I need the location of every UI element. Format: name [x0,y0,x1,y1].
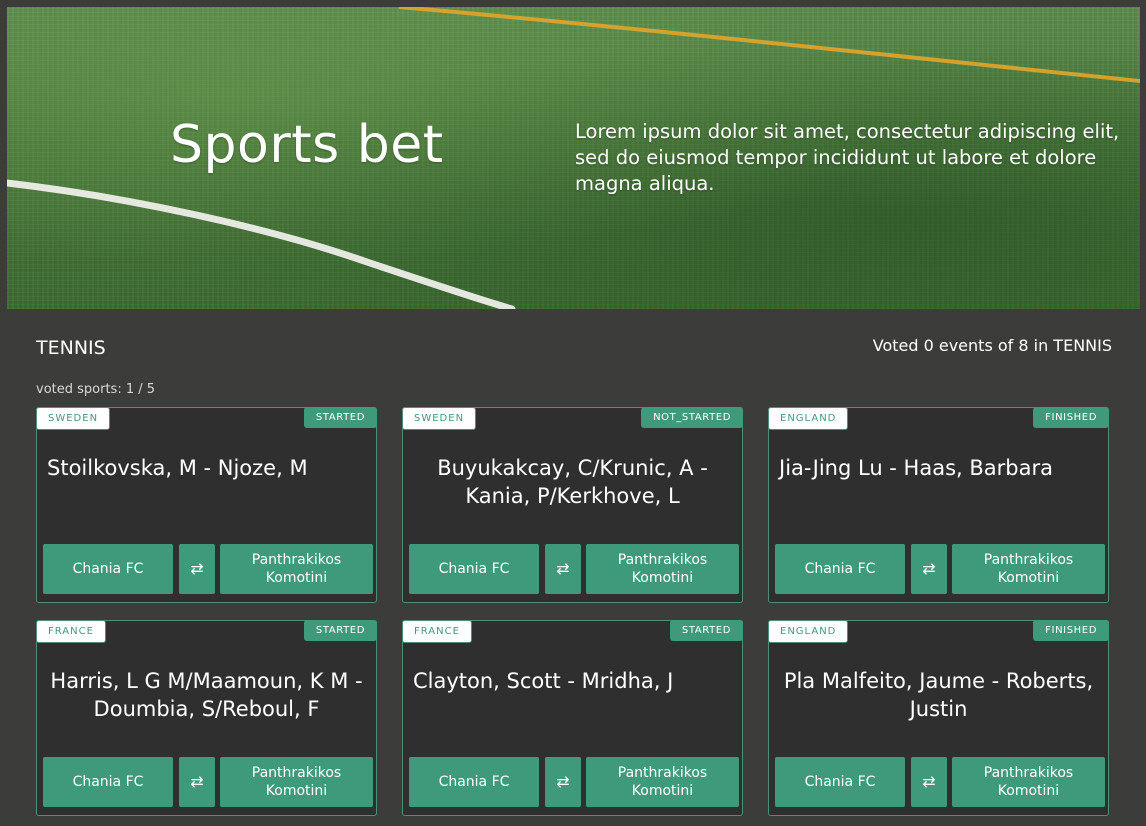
vote-draw-button[interactable]: ⇄ [911,757,947,807]
vote-away-button[interactable]: Panthrakikos Komotini [220,757,373,807]
vote-home-button[interactable]: Chania FC [43,544,173,594]
vote-away-button[interactable]: Panthrakikos Komotini [220,544,373,594]
region-label: SWEDEN [36,407,111,430]
voted-sports-counter: voted sports: 1 / 5 [36,382,156,397]
vote-away-button[interactable]: Panthrakikos Komotini [586,757,739,807]
event-card: SWEDEN STARTED Stoilkovska, M - Njoze, M… [36,407,377,603]
status-badge: FINISHED [1033,620,1109,641]
event-card: ENGLAND FINISHED Pla Malfeito, Jaume - R… [768,620,1109,816]
match-title: Harris, L G M/Maamoun, K M - Doumbia, S/… [50,669,363,721]
swap-arrows-icon: ⇄ [922,559,936,578]
vote-away-button[interactable]: Panthrakikos Komotini [586,544,739,594]
status-badge: NOT_STARTED [641,407,743,428]
vote-away-button[interactable]: Panthrakikos Komotini [952,757,1105,807]
voted-events-counter: Voted 0 events of 8 in TENNIS [872,336,1112,355]
swap-arrows-icon: ⇄ [922,772,936,791]
vote-home-button[interactable]: Chania FC [775,544,905,594]
event-card: SWEDEN NOT_STARTED Buyukakcay, C/Krunic,… [402,407,743,603]
hero-banner: Sports bet Lorem ipsum dolor sit amet, c… [7,7,1140,309]
vote-draw-button[interactable]: ⇄ [545,544,581,594]
vote-draw-button[interactable]: ⇄ [179,757,215,807]
match-title: Pla Malfeito, Jaume - Roberts, Justin [783,669,1094,721]
event-card: ENGLAND FINISHED Jia-Jing Lu - Haas, Bar… [768,407,1109,603]
swap-arrows-icon: ⇄ [556,559,570,578]
match-title: Stoilkovska, M - Njoze, M [47,456,308,480]
match-title: Clayton, Scott - Mridha, J [413,669,674,693]
status-badge: STARTED [669,620,743,641]
hero-title: Sports bet [170,115,444,175]
vote-home-button[interactable]: Chania FC [43,757,173,807]
event-card: FRANCE STARTED Harris, L G M/Maamoun, K … [36,620,377,816]
vote-home-button[interactable]: Chania FC [409,757,539,807]
swap-arrows-icon: ⇄ [190,772,204,791]
vote-draw-button[interactable]: ⇄ [911,544,947,594]
status-badge: STARTED [303,620,377,641]
hero-description: Lorem ipsum dolor sit amet, consectetur … [575,120,1120,195]
section-title: TENNIS [36,337,106,359]
vote-home-button[interactable]: Chania FC [775,757,905,807]
region-label: FRANCE [36,620,106,643]
vote-draw-button[interactable]: ⇄ [179,544,215,594]
vote-away-button[interactable]: Panthrakikos Komotini [952,544,1105,594]
vote-home-button[interactable]: Chania FC [409,544,539,594]
match-title: Buyukakcay, C/Krunic, A - Kania, P/Kerkh… [437,456,708,508]
swap-arrows-icon: ⇄ [190,559,204,578]
vote-draw-button[interactable]: ⇄ [545,757,581,807]
status-badge: FINISHED [1033,407,1109,428]
match-title: Jia-Jing Lu - Haas, Barbara [779,456,1053,480]
region-label: SWEDEN [402,407,477,430]
swap-arrows-icon: ⇄ [556,772,570,791]
region-label: FRANCE [402,620,472,643]
status-badge: STARTED [303,407,377,428]
region-label: ENGLAND [768,407,849,430]
region-label: ENGLAND [768,620,849,643]
event-card: FRANCE STARTED Clayton, Scott - Mridha, … [402,620,743,816]
